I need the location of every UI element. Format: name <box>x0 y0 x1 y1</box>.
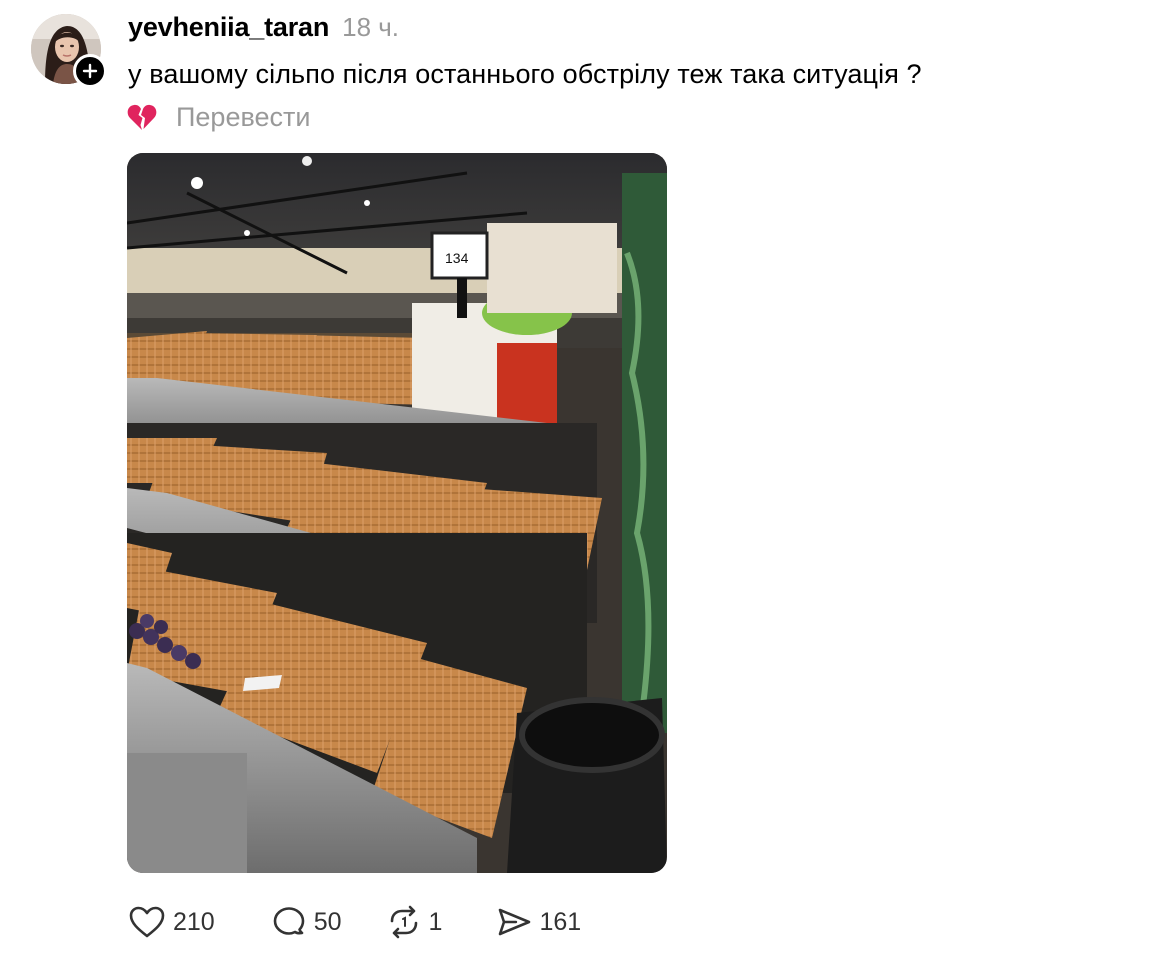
send-arrow-icon <box>499 908 531 936</box>
translate-link[interactable]: Перевести <box>176 102 310 133</box>
username[interactable]: yevheniia_taran <box>128 12 329 43</box>
like-count: 210 <box>173 907 215 936</box>
speech-bubble-icon <box>273 907 305 935</box>
action-bar: 210 50 1 161 <box>128 900 605 944</box>
post-header: yevheniia_taran 18 ч. <box>128 12 399 44</box>
emoji-translate-row: 💔 Перевести <box>127 101 310 133</box>
heart-icon <box>129 906 165 938</box>
follow-button[interactable] <box>73 54 107 88</box>
repost-arrows-icon <box>390 905 417 939</box>
repost-button[interactable]: 1 <box>386 904 443 940</box>
avatar-container[interactable] <box>31 14 107 88</box>
like-button[interactable]: 210 <box>128 905 215 939</box>
post-text: у вашому сільпо після останнього обстріл… <box>128 59 922 89</box>
share-button[interactable]: 161 <box>496 904 581 940</box>
comment-count: 50 <box>313 907 342 936</box>
timestamp: 18 ч. <box>342 12 400 42</box>
comment-button[interactable]: 50 <box>271 904 342 940</box>
thread-post: yevheniia_taran 18 ч. у вашому сільпо пі… <box>0 0 1150 962</box>
post-photo[interactable]: 134 <box>127 153 667 873</box>
broken-heart-icon <box>127 104 157 130</box>
plus-icon <box>82 63 98 79</box>
supermarket-shelves-image: 134 <box>127 153 667 873</box>
repost-count: 1 <box>428 907 443 936</box>
price-tag-text: 134 <box>445 250 469 266</box>
share-count: 161 <box>539 907 582 936</box>
